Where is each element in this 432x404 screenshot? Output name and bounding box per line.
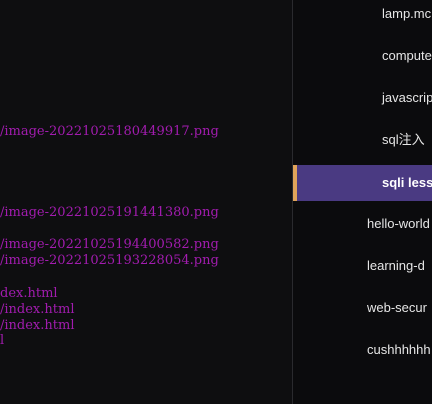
code-line: /index.html xyxy=(0,302,75,317)
code-line: /image-20221025193228054.png xyxy=(0,253,219,268)
tree-item-label: hello-world xyxy=(367,216,430,231)
tree-item-sql-injection[interactable]: sql注入 xyxy=(293,122,432,158)
tree-item-label: learning-d xyxy=(367,258,425,273)
tree-item-label: sql注入 xyxy=(382,132,425,147)
file-tree-sidebar: lamp.mc compute javascrip sql注入 sqli les… xyxy=(293,0,432,404)
code-line: l xyxy=(0,333,5,348)
tree-item-cush[interactable]: cushhhhhh xyxy=(293,332,432,368)
tree-item-compute[interactable]: compute xyxy=(293,38,432,74)
active-indicator xyxy=(293,165,297,201)
tree-item-label: lamp.mc xyxy=(382,6,432,21)
editor-pane[interactable]: /image-20221025180449917.png /image-2022… xyxy=(0,0,292,404)
tree-item-javascript[interactable]: javascrip xyxy=(293,80,432,116)
app-window: /image-20221025180449917.png /image-2022… xyxy=(0,0,432,404)
tree-item-learning[interactable]: learning-d xyxy=(293,248,432,284)
code-line: dex.html xyxy=(0,286,58,301)
tree-item-lamp[interactable]: lamp.mc xyxy=(293,0,432,32)
code-line: /index.html xyxy=(0,318,75,333)
code-line: /image-20221025194400582.png xyxy=(0,237,219,252)
tree-item-hello-world[interactable]: hello-world xyxy=(293,206,432,242)
tree-item-web-security[interactable]: web-secur xyxy=(293,290,432,326)
tree-item-label: sqli less xyxy=(382,175,432,190)
tree-item-label: cushhhhhh xyxy=(367,342,431,357)
tree-item-label: javascrip xyxy=(382,90,432,105)
code-line: /image-20221025180449917.png xyxy=(0,124,219,139)
tree-item-label: web-secur xyxy=(367,300,427,315)
tree-item-sqli-less[interactable]: sqli less xyxy=(293,165,432,201)
code-line: /image-20221025191441380.png xyxy=(0,205,219,220)
tree-item-label: compute xyxy=(382,48,432,63)
